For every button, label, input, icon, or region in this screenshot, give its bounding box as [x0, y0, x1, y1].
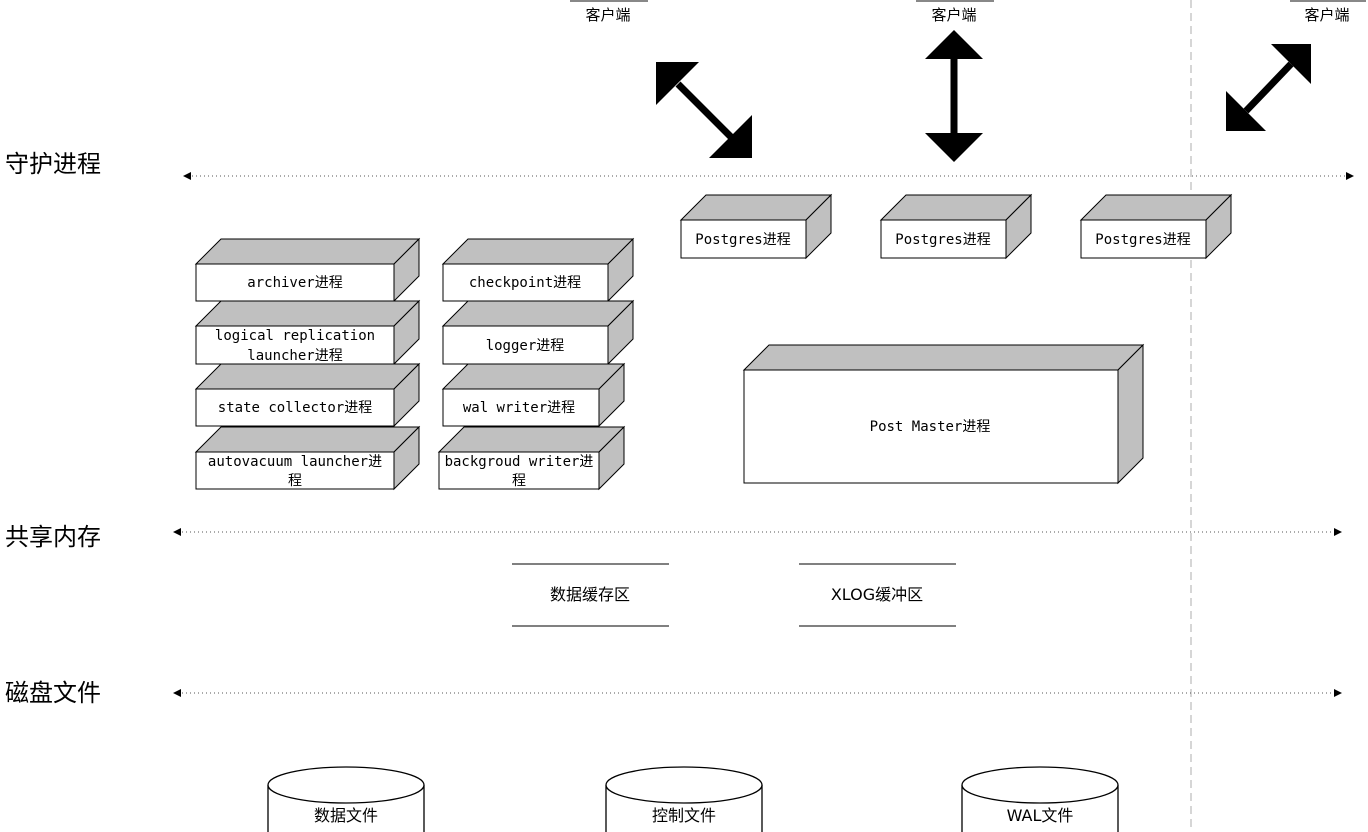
- control-files-label: 控制文件: [652, 806, 716, 825]
- archiver-process-box: archiver进程: [194, 237, 421, 303]
- client-label-3: 客户端: [1304, 6, 1349, 24]
- state-collector-process-box: state collector进程: [194, 362, 421, 428]
- wal-writer-label: wal writer进程: [463, 400, 575, 416]
- wal-files-cylinder: WAL文件: [961, 766, 1119, 832]
- background-writer-label-line-1: backgroud writer进: [445, 454, 594, 470]
- logical-replication-label-line-1: logical replication: [215, 328, 375, 344]
- postgres-process-label-1: Postgres进程: [695, 232, 790, 248]
- xlog-buffer-area: XLOG缓冲区: [799, 563, 956, 627]
- checkpoint-process-label: checkpoint进程: [469, 275, 581, 291]
- autovacuum-launcher-box: autovacuum launcher进 程: [194, 425, 421, 491]
- background-writer-process-box: backgroud writer进 程: [437, 425, 626, 491]
- checkpoint-process-box: checkpoint进程: [441, 237, 635, 303]
- client-connection-arrow-3: [1226, 44, 1311, 131]
- client-connection-arrow-1: [656, 62, 752, 158]
- state-collector-label: state collector进程: [218, 400, 372, 416]
- client-label-2: 客户端: [931, 6, 976, 24]
- postgres-process-label-3: Postgres进程: [1095, 232, 1190, 248]
- client-label-1: 客户端: [585, 6, 630, 24]
- postgres-process-box-2: Postgres进程: [879, 193, 1033, 260]
- logger-process-label: logger进程: [486, 338, 565, 354]
- autovacuum-label-line-2: 程: [288, 473, 302, 489]
- logical-replication-label-line-2: launcher进程: [247, 348, 342, 364]
- client-connection-arrow-2: [925, 30, 983, 162]
- wal-files-label: WAL文件: [1007, 806, 1074, 825]
- data-files-cylinder: 数据文件: [267, 766, 425, 832]
- layer-label-daemon: 守护进程: [5, 150, 101, 178]
- wal-writer-process-box: wal writer进程: [441, 362, 626, 428]
- layer-label-shared-memory: 共享内存: [5, 523, 101, 551]
- xlog-buffer-label: XLOG缓冲区: [831, 585, 923, 604]
- autovacuum-label-line-1: autovacuum launcher进: [208, 454, 382, 470]
- layer-label-disk-files: 磁盘文件: [5, 679, 101, 707]
- data-buffer-area: 数据缓存区: [512, 563, 669, 627]
- control-files-cylinder: 控制文件: [605, 766, 763, 832]
- postgres-process-box-1: Postgres进程: [679, 193, 833, 260]
- postgres-process-label-2: Postgres进程: [895, 232, 990, 248]
- logical-replication-launcher-box: logical replication launcher进程: [194, 299, 421, 366]
- postmaster-label: Post Master进程: [870, 419, 991, 435]
- background-writer-label-line-2: 程: [512, 473, 526, 489]
- logger-process-box: logger进程: [441, 299, 635, 366]
- architecture-diagram: 客户端 客户端 客户端 守护进程 共享内存 磁盘文件 Postgres进程 Po…: [5, 0, 1366, 832]
- archiver-process-label: archiver进程: [247, 275, 342, 291]
- data-files-label: 数据文件: [314, 806, 378, 825]
- postmaster-process-box: Post Master进程: [742, 343, 1145, 485]
- data-buffer-label: 数据缓存区: [550, 585, 630, 604]
- postgres-process-box-3: Postgres进程: [1079, 193, 1233, 260]
